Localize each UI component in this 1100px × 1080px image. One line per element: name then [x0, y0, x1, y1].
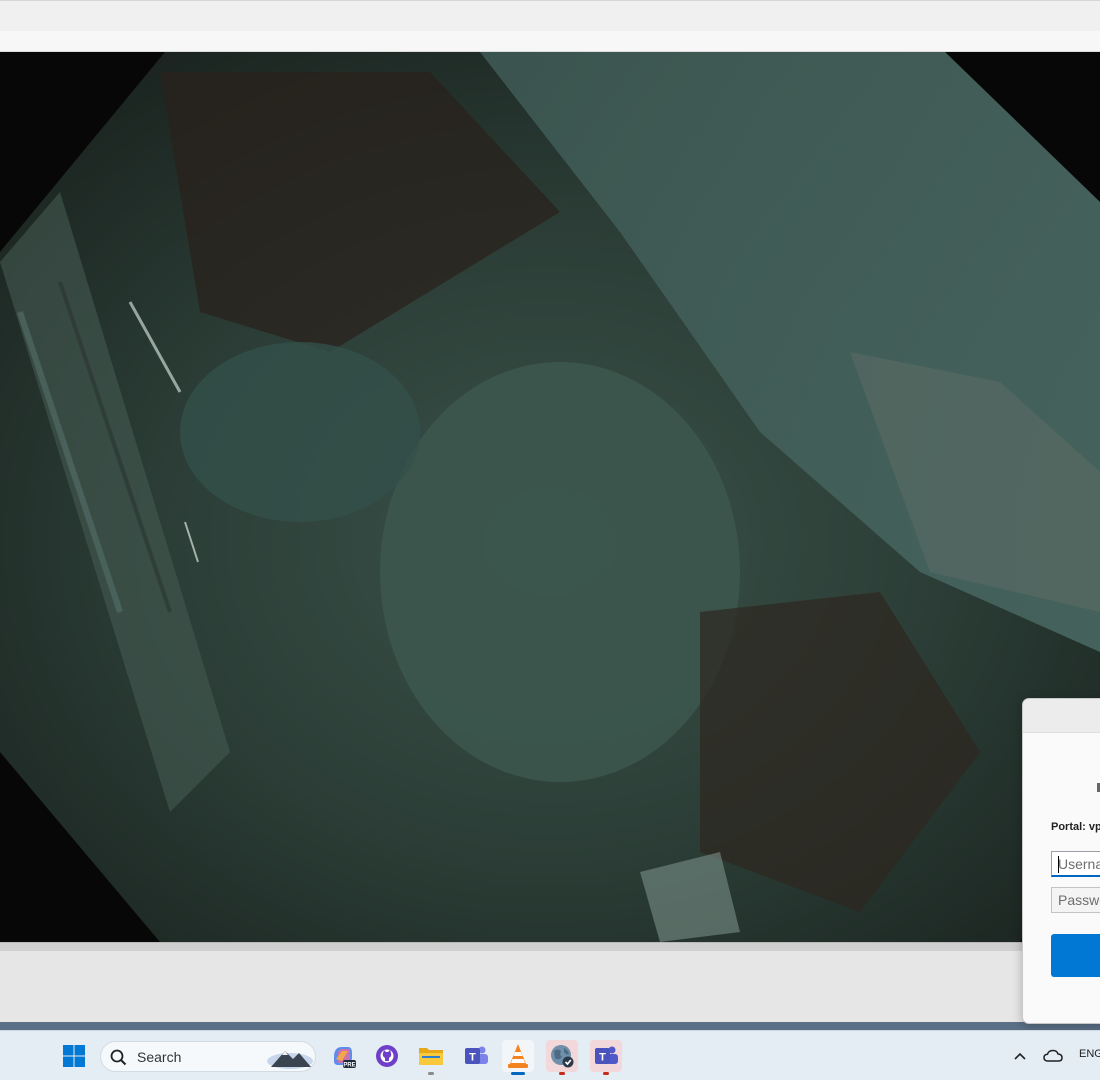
player-menubar[interactable]	[0, 31, 1100, 52]
teams-taskbar-button[interactable]: T	[460, 1040, 492, 1072]
svg-text:T: T	[599, 1052, 606, 1064]
github-desktop-icon	[376, 1045, 398, 1067]
text-caret	[1058, 856, 1059, 873]
teams-icon: T	[465, 1046, 488, 1064]
running-indicator	[428, 1072, 434, 1075]
input-language-indicator[interactable]: ENG	[1079, 1048, 1100, 1060]
active-window-indicator	[511, 1072, 525, 1075]
desktop-background-strip	[0, 1022, 1100, 1030]
svg-text:PRE: PRE	[343, 1062, 355, 1068]
vpn-login-dialog[interactable]: Portal: vp	[1022, 698, 1100, 1024]
onedrive-tray-button[interactable]	[1040, 1040, 1066, 1072]
vlc-icon	[508, 1044, 528, 1068]
windows-logo-icon	[63, 1045, 85, 1067]
search-highlight-image	[267, 1051, 313, 1069]
copilot-icon: PRE	[334, 1047, 356, 1068]
search-label: Search	[137, 1049, 182, 1065]
username-field[interactable]	[1051, 851, 1100, 877]
github-desktop-taskbar-button[interactable]	[371, 1040, 403, 1072]
password-input[interactable]	[1052, 888, 1100, 912]
video-frame[interactable]	[0, 52, 1100, 942]
copilot-taskbar-button[interactable]: PRE	[327, 1040, 359, 1072]
teams-classic-icon: T	[595, 1046, 618, 1064]
password-field[interactable]	[1051, 887, 1100, 913]
attention-indicator	[559, 1072, 565, 1075]
show-hidden-icons-button[interactable]	[1008, 1040, 1032, 1072]
vpn-globe-icon	[551, 1045, 574, 1068]
file-explorer-icon	[419, 1048, 443, 1065]
taskbar-search[interactable]: Search	[100, 1041, 316, 1072]
vpn-client-taskbar-button[interactable]	[546, 1040, 578, 1075]
player-titlebar[interactable]	[0, 0, 1100, 31]
cloud-icon	[1043, 1049, 1063, 1062]
search-icon	[110, 1049, 127, 1066]
teams-classic-taskbar-button[interactable]: T	[590, 1040, 622, 1075]
vpn-dialog-header[interactable]	[1023, 699, 1100, 733]
file-explorer-taskbar-button[interactable]	[415, 1040, 447, 1075]
start-button[interactable]	[58, 1040, 90, 1072]
player-controls-bar[interactable]	[0, 950, 1100, 1022]
svg-text:T: T	[469, 1052, 476, 1064]
taskbar: Search PRE T T ENG	[0, 1030, 1100, 1080]
vpn-portal-label: Portal: vp	[1051, 821, 1100, 833]
vlc-taskbar-button[interactable]	[502, 1040, 534, 1075]
video-image	[0, 52, 1100, 942]
username-input[interactable]	[1052, 852, 1100, 875]
attention-indicator	[603, 1072, 609, 1075]
connect-button[interactable]	[1051, 934, 1100, 977]
chevron-up-icon	[1014, 1052, 1026, 1060]
video-separator	[0, 942, 1100, 950]
